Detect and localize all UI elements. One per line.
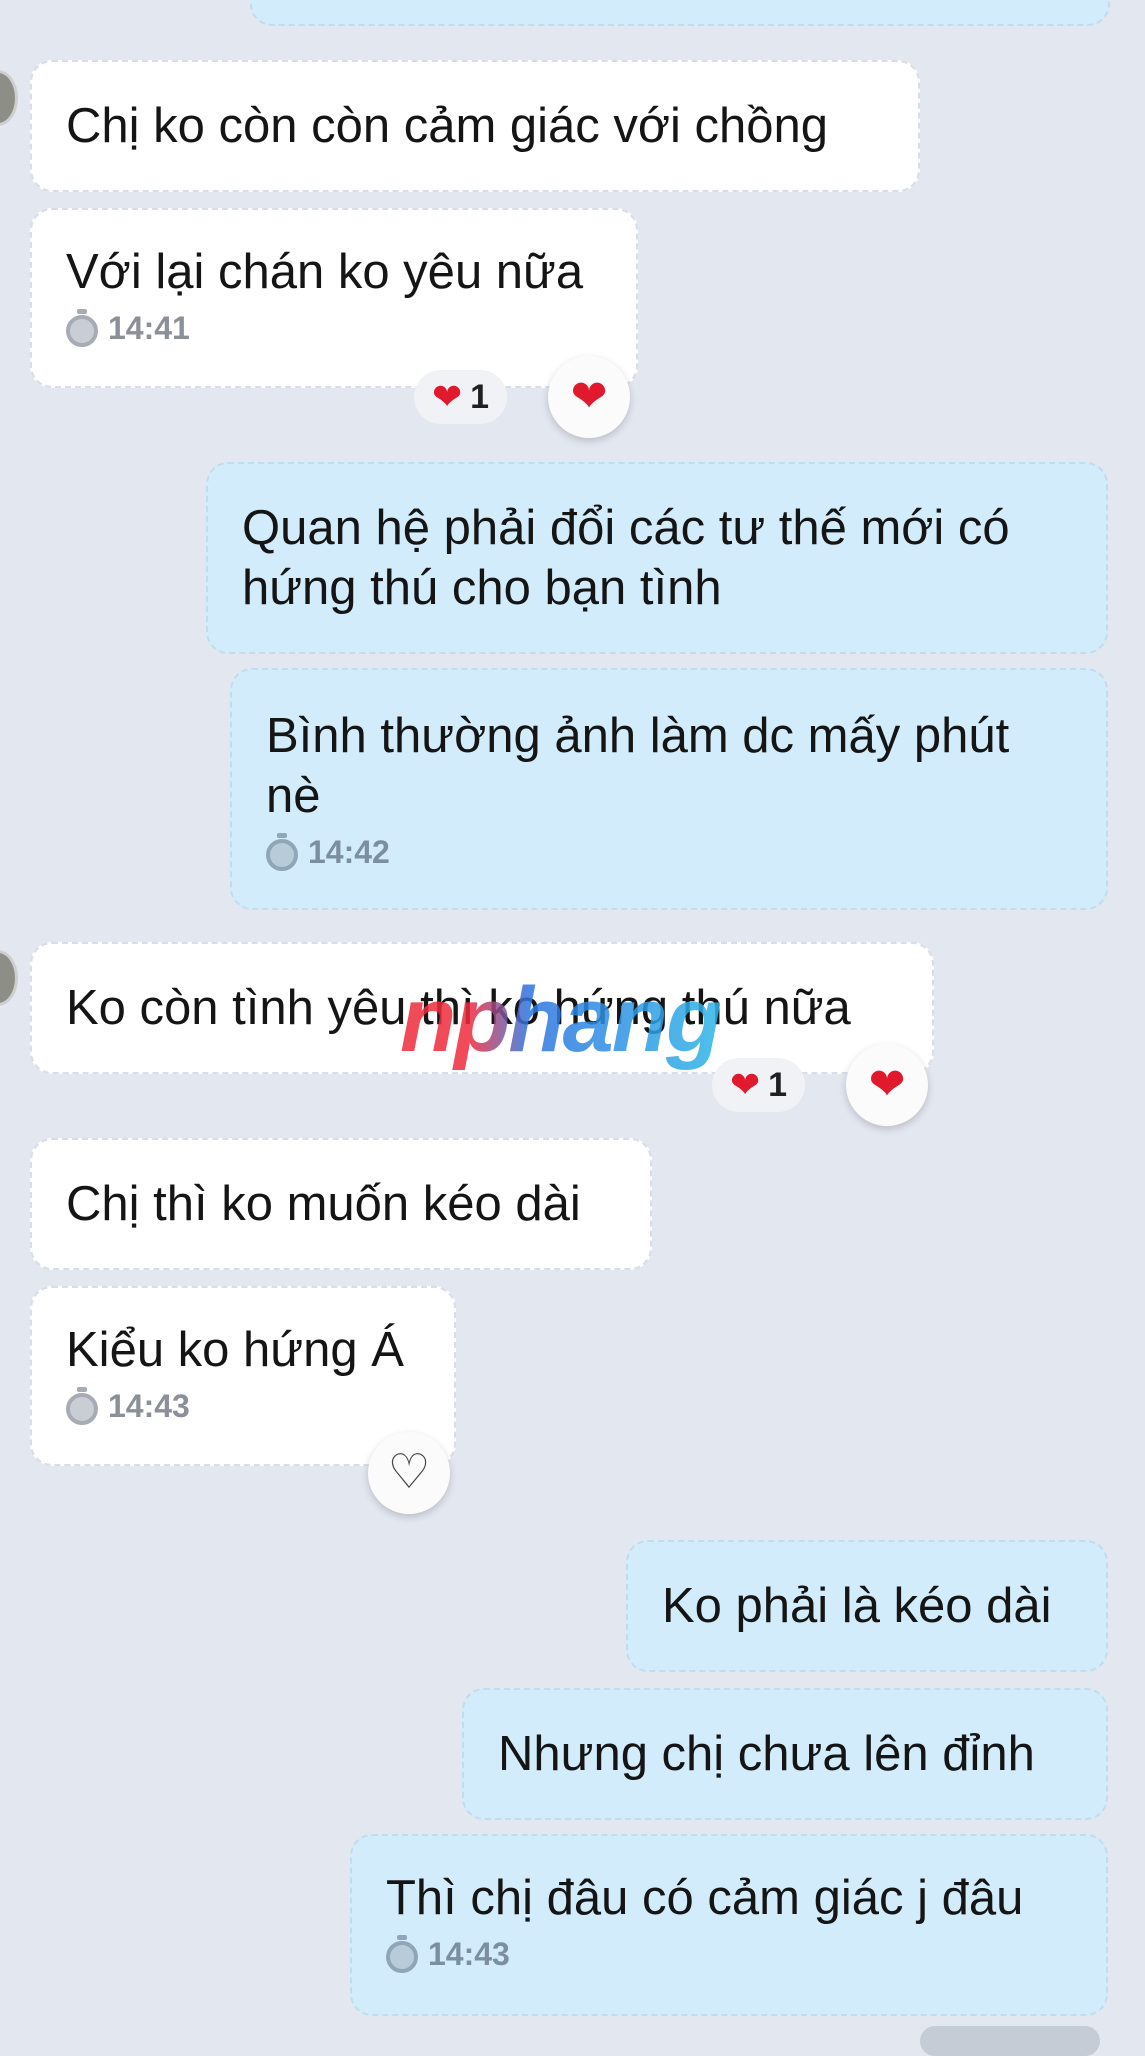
clock-icon (66, 308, 98, 347)
timestamp-text: 14:43 (108, 1388, 190, 1424)
message-text: Bình thường ảnh làm dc mấy phút nè (266, 709, 1010, 823)
message-text: Quan hệ phải đổi các tư thế mới có hứng … (242, 501, 1010, 615)
react-button[interactable]: ❤ (846, 1044, 928, 1126)
clock-icon (386, 1934, 418, 1973)
message-bubble-outgoing[interactable]: Ko phải là kéo dài (626, 1540, 1108, 1672)
message-text: Thì chị đâu có cảm giác j đâu (386, 1871, 1024, 1925)
reaction-count: 1 (470, 377, 490, 416)
timestamp-text: 14:42 (308, 834, 390, 870)
message-text: Nhưng chị chưa lên đỉnh (498, 1727, 1035, 1781)
message-bubble-incoming[interactable]: Chị ko còn còn cảm giác với chồng (30, 60, 920, 192)
react-button[interactable]: ♡ (368, 1432, 450, 1514)
heart-icon: ❤ (570, 372, 608, 421)
sender-avatar[interactable] (0, 950, 18, 1006)
message-timestamp: 14:42 (266, 832, 1072, 871)
message-bubble-outgoing[interactable]: Thì chị đâu có cảm giác j đâu 14:43 (350, 1834, 1108, 2016)
heart-icon: ❤ (730, 1064, 761, 1105)
timestamp-text: 14:41 (108, 310, 190, 346)
message-bubble-outgoing[interactable]: Nhưng chị chưa lên đỉnh (462, 1688, 1108, 1820)
message-bubble-incoming[interactable]: Với lại chán ko yêu nữa 14:41 (30, 208, 638, 388)
clock-icon (266, 832, 298, 871)
message-timestamp: 14:43 (66, 1386, 420, 1425)
message-text: Ko phải là kéo dài (662, 1579, 1052, 1633)
message-text: Ko còn tình yêu thì ko hứng thú nữa (66, 981, 851, 1035)
message-timestamp: 14:43 (386, 1934, 1072, 1973)
message-text: Chị thì ko muốn kéo dài (66, 1177, 581, 1231)
message-bubble-incoming[interactable]: Ko còn tình yêu thì ko hứng thú nữa (30, 942, 934, 1074)
clock-icon (66, 1386, 98, 1425)
message-text: Với lại chán ko yêu nữa (66, 245, 584, 299)
reaction-count-badge[interactable]: ❤ 1 (414, 370, 508, 424)
reaction-count: 1 (768, 1065, 788, 1104)
sender-avatar[interactable] (0, 70, 18, 126)
heart-icon: ❤ (432, 376, 463, 417)
heart-outline-icon: ♡ (387, 1446, 431, 1499)
message-bubble-outgoing[interactable]: Quan hệ phải đổi các tư thế mới có hứng … (206, 462, 1108, 654)
message-bubble-outgoing[interactable]: Bình thường ảnh làm dc mấy phút nè 14:42 (230, 668, 1108, 910)
message-text: Kiểu ko hứng Á (66, 1323, 404, 1377)
reaction-count-badge[interactable]: ❤ 1 (712, 1058, 806, 1112)
react-button[interactable]: ❤ (548, 356, 630, 438)
heart-icon: ❤ (868, 1060, 906, 1109)
timestamp-text: 14:43 (428, 1936, 510, 1972)
partial-message-bubble[interactable] (250, 0, 1110, 26)
message-bubble-incoming[interactable]: Chị thì ko muốn kéo dài (30, 1138, 652, 1270)
message-text: Chị ko còn còn cảm giác với chồng (66, 99, 829, 153)
message-timestamp: 14:41 (66, 308, 602, 347)
scroll-to-bottom-tab[interactable] (920, 2026, 1100, 2056)
